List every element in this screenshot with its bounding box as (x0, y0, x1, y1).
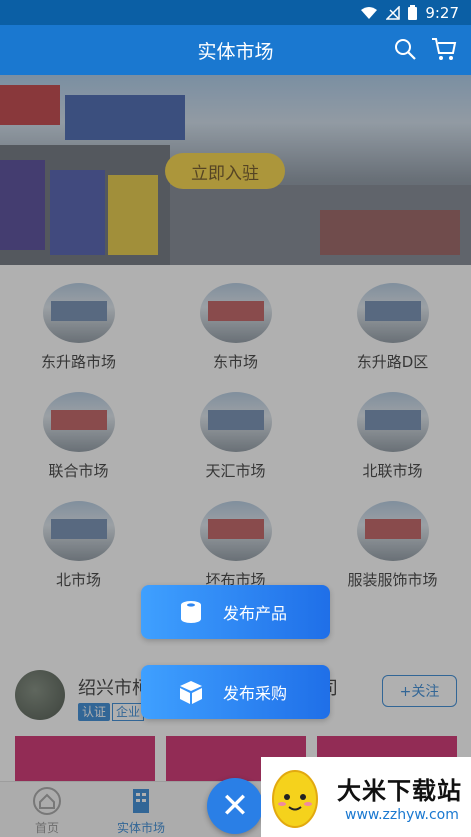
close-button[interactable]: ✕ (207, 778, 263, 834)
market-item[interactable]: 东市场 (157, 283, 314, 372)
page-title: 实体市场 (197, 40, 274, 63)
banner-sign-leesun (50, 170, 105, 255)
status-bar: 9:27 (0, 0, 471, 25)
tab-market-label: 实体市场 (116, 821, 165, 835)
market-label: 东市场 (212, 353, 258, 371)
market-item[interactable]: 东升路D区 (314, 283, 471, 372)
search-icon[interactable] (393, 37, 417, 66)
market-item[interactable]: 坯布市场 (157, 501, 314, 590)
clock-time: 9:27 (425, 3, 459, 22)
banner-sign-yellow (108, 175, 158, 255)
market-thumbnail (42, 283, 115, 343)
tape-roll-icon (177, 598, 205, 626)
market-grid: 东升路市场 东市场 东升路D区 联合市场 天汇市场 北联市场 北市场 坯布市场 … (0, 265, 471, 605)
publish-product-button[interactable]: 发布产品 (141, 585, 330, 639)
market-thumbnail (199, 501, 272, 561)
watermark: 大米下载站 www.zzhyw.com (261, 757, 471, 837)
box-icon (177, 678, 205, 706)
tab-home[interactable]: 首页 (0, 786, 94, 836)
market-thumbnail (356, 501, 429, 561)
market-thumbnail (42, 501, 115, 561)
market-thumbnail (42, 392, 115, 452)
banner-sign-red (0, 85, 60, 125)
home-icon (32, 786, 62, 819)
watermark-url: www.zzhyw.com (345, 807, 459, 823)
app-bar: 实体市场 (0, 25, 471, 75)
publish-product-label: 发布产品 (223, 604, 288, 623)
egg-mascot-icon (269, 763, 321, 829)
market-label: 北联市场 (362, 462, 423, 480)
banner[interactable]: 立即入驻 (0, 75, 471, 265)
tab-home-label: 首页 (34, 821, 59, 835)
market-thumbnail (356, 392, 429, 452)
market-label: 服装服饰市场 (347, 571, 438, 589)
banner-sign-purple (0, 160, 45, 250)
market-item[interactable]: 北联市场 (314, 392, 471, 481)
store-avatar (15, 670, 65, 720)
publish-purchase-label: 发布采购 (223, 684, 288, 703)
banner-sign-blue (65, 95, 185, 140)
market-item[interactable]: 联合市场 (0, 392, 157, 481)
cart-icon[interactable] (431, 37, 457, 66)
market-item[interactable]: 东升路市场 (0, 283, 157, 372)
market-icon (126, 786, 156, 819)
close-icon: ✕ (220, 786, 250, 826)
market-label: 天汇市场 (205, 462, 266, 480)
wifi-icon (360, 6, 378, 20)
watermark-title: 大米下载站 (337, 777, 462, 805)
market-item[interactable]: 北市场 (0, 501, 157, 590)
banner-sign-right (320, 210, 460, 255)
follow-button[interactable]: +关注 (382, 675, 457, 707)
product-thumbnail[interactable] (15, 736, 155, 781)
market-label: 东升路D区 (356, 353, 429, 371)
signal-off-icon (386, 5, 401, 20)
enterprise-badge: 企业 (112, 703, 145, 721)
market-label: 北市场 (55, 571, 101, 589)
market-label: 联合市场 (48, 462, 109, 480)
battery-icon (408, 5, 418, 20)
app-bar-actions (393, 37, 457, 66)
verified-badge: 认证 (78, 703, 111, 721)
market-item[interactable]: 天汇市场 (157, 392, 314, 481)
market-thumbnail (199, 283, 272, 343)
market-label: 东升路市场 (40, 353, 116, 371)
market-thumbnail (356, 283, 429, 343)
market-item[interactable]: 服装服饰市场 (314, 501, 471, 590)
market-thumbnail (199, 392, 272, 452)
publish-purchase-button[interactable]: 发布采购 (141, 665, 330, 719)
tab-market[interactable]: 实体市场 (94, 786, 188, 836)
join-now-button[interactable]: 立即入驻 (165, 153, 285, 189)
